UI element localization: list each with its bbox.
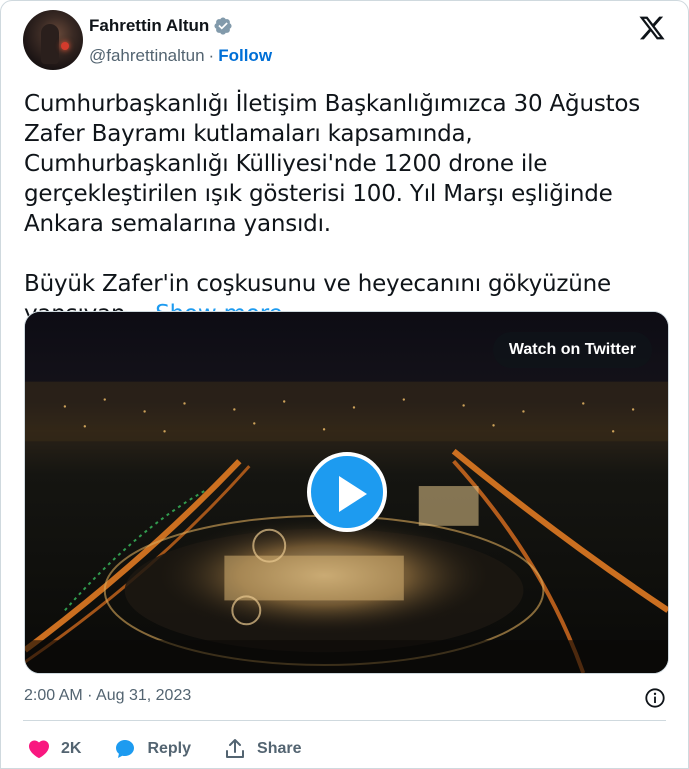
avatar-figure <box>41 24 59 64</box>
reply-button[interactable]: Reply <box>113 737 191 761</box>
tweet-meta: 2:00 AM · Aug 31, 2023 <box>24 687 666 711</box>
watch-on-twitter-button[interactable]: Watch on Twitter <box>492 332 652 368</box>
play-button[interactable] <box>307 452 387 532</box>
share-label: Share <box>257 740 302 757</box>
author-name[interactable]: Fahrettin Altun <box>89 16 209 36</box>
reply-label: Reply <box>147 740 192 757</box>
tweet-text: Cumhurbaşkanlığı İletişim Başkanlığımızc… <box>24 89 664 329</box>
avatar-light <box>61 42 69 50</box>
tweet-card: Fahrettin Altun @fahrettinaltun · Follow… <box>0 0 689 769</box>
like-button[interactable]: 2K <box>27 737 81 761</box>
tweet-actions: 2K Reply Share <box>27 737 302 761</box>
share-icon <box>226 739 245 758</box>
share-button[interactable]: Share <box>223 737 302 761</box>
avatar[interactable] <box>23 10 83 70</box>
reply-bubble-icon <box>116 740 135 758</box>
play-icon <box>339 476 367 512</box>
timestamp[interactable]: 2:00 AM · Aug 31, 2023 <box>24 687 191 704</box>
heart-icon <box>28 740 50 759</box>
author-handle[interactable]: @fahrettinaltun <box>89 46 205 66</box>
x-logo-icon[interactable] <box>638 14 666 42</box>
author-handle-row: @fahrettinaltun · Follow <box>89 46 272 66</box>
video-player[interactable]: Watch on Twitter <box>24 311 669 674</box>
info-icon[interactable] <box>644 687 666 709</box>
like-count: 2K <box>61 740 82 757</box>
author-name-row: Fahrettin Altun <box>89 16 233 36</box>
tweet-paragraph-1: Cumhurbaşkanlığı İletişim Başkanlığımızc… <box>24 91 641 237</box>
handle-separator: · <box>208 46 215 65</box>
tweet-header: Fahrettin Altun @fahrettinaltun · Follow <box>23 10 668 70</box>
divider <box>23 720 666 721</box>
verified-badge-icon <box>214 17 232 35</box>
follow-button[interactable]: Follow <box>218 46 272 66</box>
